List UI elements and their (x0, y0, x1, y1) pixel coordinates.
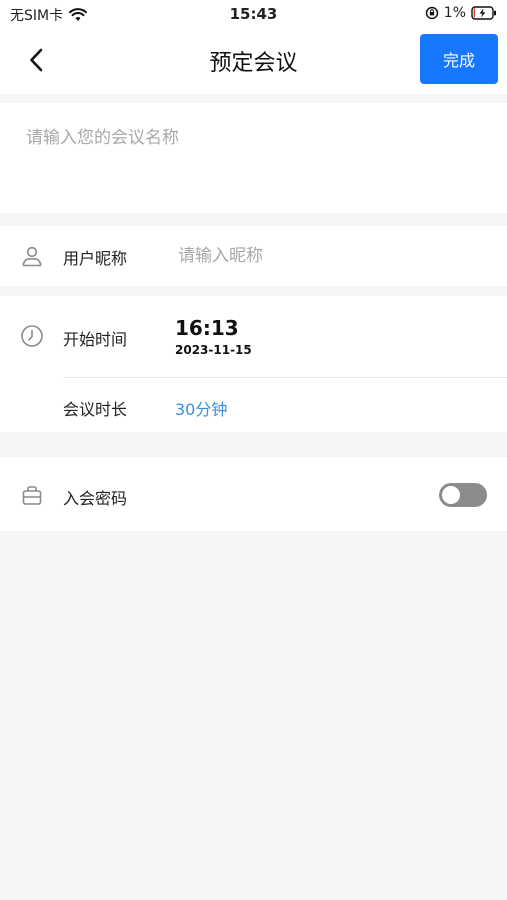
clock-icon (21, 325, 43, 347)
duration-label: 会议时长 (63, 400, 128, 419)
toggle-knob (442, 486, 460, 504)
nickname-row: 用户昵称 (0, 226, 507, 286)
duration-value[interactable]: 30分钟 (175, 396, 227, 420)
nickname-input[interactable] (178, 242, 478, 270)
nickname-label: 用户昵称 (63, 249, 128, 268)
start-time-label: 开始时间 (63, 330, 128, 349)
user-icon (22, 246, 42, 267)
battery-charging-icon (471, 6, 496, 20)
status-bar: 无SIM卡 15:43 1% (0, 0, 507, 28)
time-card: 开始时间 16:13 2023-11-15 会议时长 30分钟 (0, 296, 507, 432)
password-row: 入会密码 (0, 457, 507, 531)
orientation-lock-icon (425, 6, 439, 20)
lock-icon (22, 486, 42, 505)
meeting-name-card (0, 103, 507, 213)
back-button[interactable] (18, 42, 54, 78)
done-button[interactable]: 完成 (420, 34, 498, 84)
divider (63, 377, 507, 378)
password-toggle[interactable] (439, 483, 487, 507)
meeting-name-input[interactable] (26, 123, 481, 153)
nav-bar: 预定会议 完成 (0, 28, 507, 94)
battery-text: 1% (443, 5, 466, 21)
password-label: 入会密码 (63, 489, 128, 508)
status-right: 1% (425, 5, 497, 21)
chevron-left-icon (30, 48, 43, 72)
start-time-value[interactable]: 16:13 (175, 316, 239, 340)
start-date-value[interactable]: 2023-11-15 (175, 343, 252, 357)
